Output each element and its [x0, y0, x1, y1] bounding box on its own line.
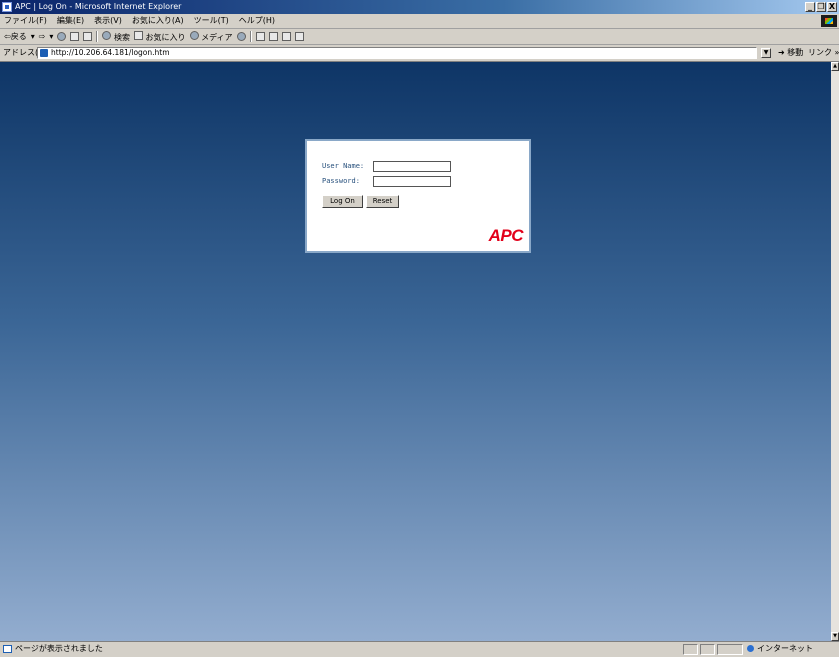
status-pane [683, 644, 698, 655]
search-icon [102, 30, 112, 40]
page-done-icon [3, 645, 12, 653]
menu-bar: ファイル(F) 編集(E) 表示(V) お気に入り(A) ツール(T) ヘルプ(… [0, 14, 839, 29]
logon-button[interactable]: Log On [322, 195, 363, 208]
menu-favorites[interactable]: お気に入り(A) [132, 14, 184, 28]
login-panel: User Name: Password: Log On Reset APC [305, 139, 531, 253]
apc-logo: APC [488, 226, 524, 245]
address-bar: アドレス(D) http://10.206.64.181/logon.htm ▼… [0, 45, 839, 62]
status-pane [700, 644, 715, 655]
vertical-scrollbar[interactable]: ▲ ▼ [831, 62, 839, 641]
window-title: APC | Log On - Microsoft Internet Explor… [15, 2, 182, 11]
favorites-icon [133, 30, 143, 40]
media-icon [189, 30, 199, 40]
edit-word-icon[interactable] [281, 32, 291, 41]
print-icon[interactable] [268, 32, 278, 41]
home-icon[interactable] [83, 32, 93, 41]
menu-file[interactable]: ファイル(F) [4, 14, 47, 28]
address-dropdown-icon[interactable]: ▼ [761, 48, 771, 58]
discuss-icon[interactable] [294, 32, 304, 41]
back-button[interactable]: ⇦戻る [4, 31, 27, 42]
stop-icon[interactable] [57, 32, 67, 41]
minimize-button[interactable]: _ [805, 2, 815, 12]
forward-dropdown-icon[interactable]: ▾ [49, 32, 53, 41]
status-pane [717, 644, 743, 655]
refresh-icon[interactable] [70, 32, 80, 41]
favorites-button[interactable]: お気に入り [133, 30, 186, 43]
favorites-label: お気に入り [145, 32, 186, 42]
toolbar: ⇦戻る ▾ ⇨ ▾ 検索 お気に入り メディア [0, 29, 839, 45]
page-icon [40, 49, 48, 57]
mail-icon[interactable] [255, 32, 265, 41]
menu-view[interactable]: 表示(V) [94, 14, 122, 28]
menu-help[interactable]: ヘルプ(H) [239, 14, 275, 28]
page-viewport: User Name: Password: Log On Reset APC [0, 62, 831, 641]
window-title-bar: APC | Log On - Microsoft Internet Explor… [0, 0, 839, 14]
password-label: Password: [322, 177, 360, 185]
status-bar: ページが表示されました インターネット [0, 641, 839, 657]
search-button[interactable]: 検索 [102, 30, 130, 43]
internet-globe-icon [747, 645, 754, 652]
go-button[interactable]: ➜ 移動 [778, 45, 803, 61]
go-label: 移動 [787, 48, 804, 57]
password-input[interactable] [373, 176, 451, 187]
back-dropdown-icon[interactable]: ▾ [31, 32, 35, 41]
toolbar-divider [96, 31, 99, 42]
links-button[interactable]: リンク » [808, 45, 839, 61]
media-label: メディア [201, 32, 233, 42]
forward-arrow-icon[interactable]: ⇨ [39, 32, 46, 41]
status-text: ページが表示されました [15, 644, 103, 653]
security-zone: インターネット [747, 642, 813, 656]
history-icon[interactable] [236, 32, 246, 41]
ie-window-icon[interactable] [2, 2, 12, 12]
zone-label: インターネット [757, 644, 813, 653]
maximize-button[interactable]: ❐ [816, 2, 826, 12]
media-button[interactable]: メディア [189, 30, 233, 43]
close-button[interactable]: X [827, 2, 837, 12]
scroll-down-icon[interactable]: ▼ [831, 632, 839, 641]
scroll-up-icon[interactable]: ▲ [831, 62, 839, 71]
address-input[interactable]: http://10.206.64.181/logon.htm [37, 47, 757, 59]
windows-logo-icon [821, 15, 837, 27]
username-input[interactable] [373, 161, 451, 172]
window-controls: _ ❐ X [805, 2, 837, 12]
toolbar-divider [249, 31, 252, 42]
reset-button[interactable]: Reset [366, 195, 399, 208]
search-label: 検索 [113, 32, 130, 42]
menu-edit[interactable]: 編集(E) [57, 14, 84, 28]
address-url[interactable]: http://10.206.64.181/logon.htm [51, 48, 170, 58]
username-label: User Name: [322, 162, 365, 170]
menu-tools[interactable]: ツール(T) [194, 14, 229, 28]
